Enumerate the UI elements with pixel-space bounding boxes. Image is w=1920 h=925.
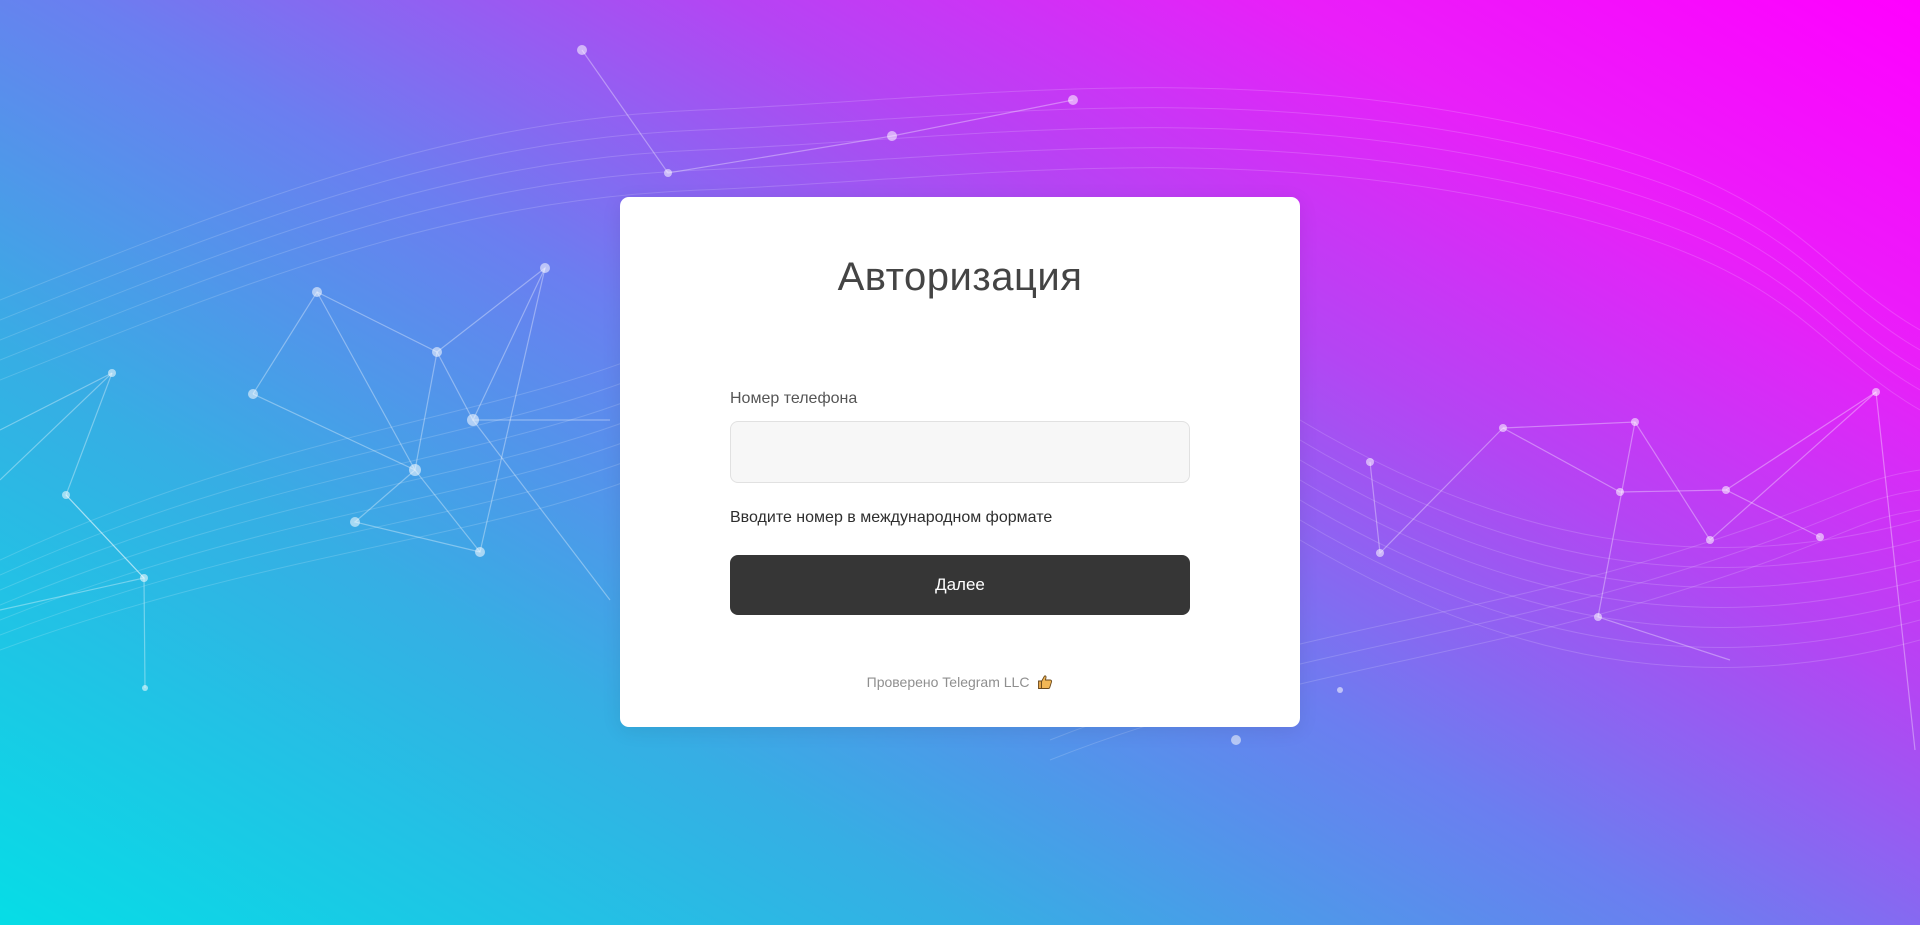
phone-input[interactable] [730,421,1190,483]
verified-text: Проверено Telegram LLC [866,674,1030,690]
verified-note: Проверено Telegram LLC [620,674,1300,693]
phone-format-hint: Вводите номер в международном формате [730,509,1053,526]
phone-label: Номер телефона [730,390,858,407]
next-button[interactable]: Далее [730,555,1190,615]
page-title: Авторизация [837,255,1083,299]
thumbs-up-icon [1037,674,1053,693]
auth-card: Авторизация Номер телефона Вводите номер… [620,197,1300,727]
